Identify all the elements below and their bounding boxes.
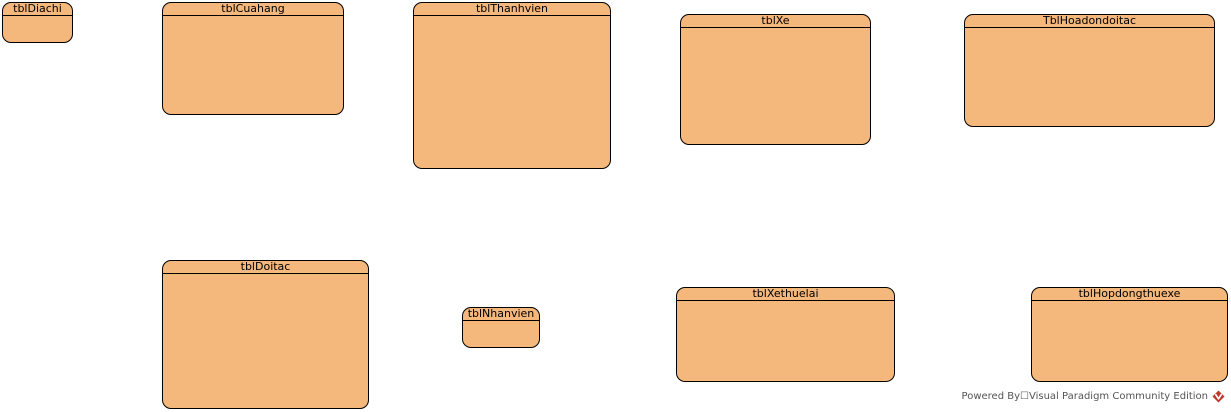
entity-tblDoitac[interactable]: tblDoitac — [162, 260, 369, 409]
entity-title: TblHoadondoitac — [965, 15, 1214, 28]
entity-title: tblThanhvien — [414, 3, 610, 16]
entity-tblXethuelai[interactable]: tblXethuelai — [676, 287, 895, 382]
entity-tblDiachi[interactable]: tblDiachi — [2, 2, 73, 43]
entity-title: tblDoitac — [163, 261, 368, 274]
watermark: Powered By☐Visual Paradigm Community Edi… — [962, 389, 1225, 403]
entity-title: tblDiachi — [3, 3, 72, 16]
entity-tblXe[interactable]: tblXe — [680, 14, 871, 145]
visual-paradigm-logo-icon — [1212, 389, 1225, 403]
entity-title: tblHopdongthuexe — [1032, 288, 1227, 301]
entity-title: tblXethuelai — [677, 288, 894, 301]
entity-title: tblXe — [681, 15, 870, 28]
watermark-text: Powered By☐Visual Paradigm Community Edi… — [961, 390, 1208, 402]
entity-tblCuahang[interactable]: tblCuahang — [162, 2, 344, 115]
diagram-canvas: tblDiachi tblCuahang tblThanhvien tblXe … — [0, 0, 1231, 412]
entity-title: tblNhanvien — [463, 308, 539, 321]
entity-TblHoadondoitac[interactable]: TblHoadondoitac — [964, 14, 1215, 127]
entity-title: tblCuahang — [163, 3, 343, 16]
entity-tblThanhvien[interactable]: tblThanhvien — [413, 2, 611, 169]
entity-tblHopdongthuexe[interactable]: tblHopdongthuexe — [1031, 287, 1228, 382]
entity-tblNhanvien[interactable]: tblNhanvien — [462, 307, 540, 348]
